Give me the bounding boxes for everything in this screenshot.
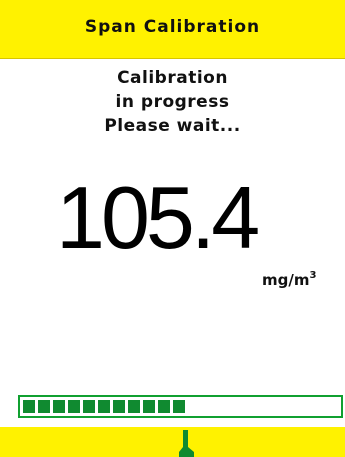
status-line-calibration: Calibration: [117, 68, 228, 88]
pointer-marker-icon: [179, 430, 194, 457]
calibration-progress-fill: [23, 400, 187, 413]
unit-exponent: 3: [309, 270, 317, 281]
status-line-in-progress: in progress: [115, 92, 230, 112]
concentration-reading: 105.4: [56, 168, 260, 267]
unit-base: mg/m: [262, 271, 310, 289]
concentration-unit: mg/m3: [262, 270, 316, 289]
calibration-progress-bar: [18, 395, 343, 418]
title-bar: Span Calibration: [0, 0, 345, 59]
calibration-screen: Span Calibration Calibration in progress…: [0, 0, 345, 457]
page-title: Span Calibration: [84, 17, 261, 37]
status-line-please-wait: Please wait...: [104, 116, 241, 136]
softkey-bar: [0, 427, 345, 457]
